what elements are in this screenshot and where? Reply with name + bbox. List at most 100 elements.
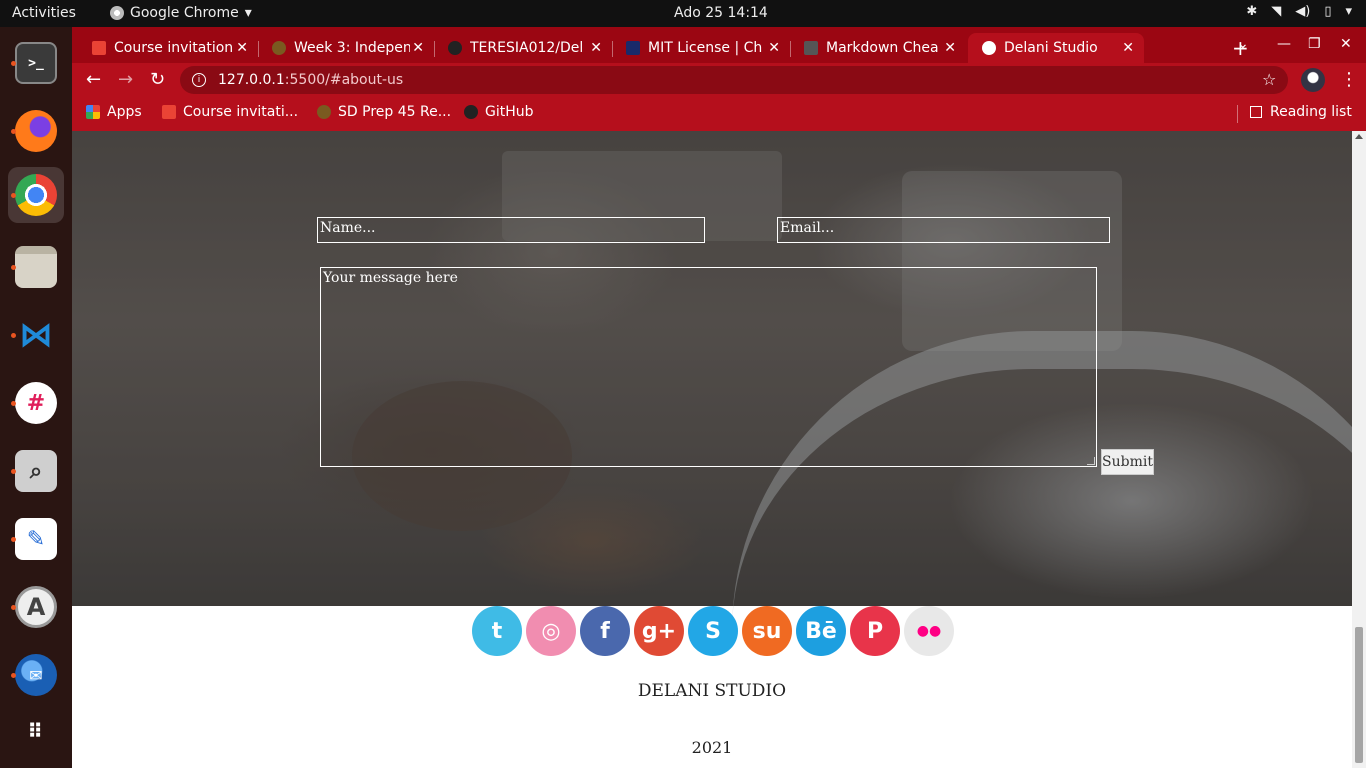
- chrome-small-icon: [110, 6, 124, 20]
- chrome-icon: [15, 174, 57, 216]
- bookmark-sd-prep[interactable]: SD Prep 45 Re...: [317, 104, 451, 120]
- skype-icon[interactable]: S: [688, 606, 738, 656]
- footer-studio-name: DELANI STUDIO: [637, 681, 787, 701]
- firefox-icon: [15, 110, 57, 152]
- window-close-button[interactable]: ✕: [1340, 36, 1352, 52]
- tab-delani-studio[interactable]: Delani Studio ✕: [968, 33, 1144, 63]
- dock-software[interactable]: A: [8, 579, 64, 635]
- reload-button[interactable]: ↻: [150, 69, 165, 90]
- google-plus-icon[interactable]: g+: [634, 606, 684, 656]
- dock-text-editor[interactable]: ✎: [8, 511, 64, 567]
- wifi-icon[interactable]: ◥: [1271, 4, 1281, 19]
- files-icon: [15, 246, 57, 288]
- bookmark-course-invitation[interactable]: Course invitati...: [162, 104, 298, 120]
- text-editor-icon: ✎: [15, 518, 57, 560]
- close-icon[interactable]: ✕: [944, 40, 956, 56]
- globe-icon: [982, 41, 996, 55]
- browser-toolbar: ← → ↻ i 127.0.0.1:5500/#about-us ☆ ⋮: [72, 63, 1366, 97]
- license-icon: [626, 41, 640, 55]
- dock-chrome[interactable]: [8, 167, 64, 223]
- gmail-icon: [162, 105, 176, 119]
- dock-screenshot[interactable]: ⌕: [8, 443, 64, 499]
- close-icon[interactable]: ✕: [236, 40, 248, 56]
- submit-button[interactable]: Submit: [1101, 449, 1154, 475]
- clock[interactable]: Ado 25 14:14: [674, 5, 768, 21]
- forward-button[interactable]: →: [118, 69, 133, 90]
- bookmark-star-icon[interactable]: ☆: [1262, 70, 1276, 89]
- url-path: :5500/#about-us: [284, 72, 404, 88]
- markdown-icon: [804, 41, 818, 55]
- tab-github-repo[interactable]: TERESIA012/Del ✕: [434, 33, 613, 63]
- gmail-icon: [92, 41, 106, 55]
- leaf-icon: [317, 105, 331, 119]
- web-page: Name... Email... Your message here Submi…: [72, 131, 1352, 768]
- activities-button[interactable]: Activities: [12, 5, 76, 21]
- dock-firefox[interactable]: [8, 103, 64, 159]
- system-top-bar: Activities Google Chrome ▾ Ado 25 14:14 …: [0, 0, 1366, 27]
- bookmark-github[interactable]: GitHub: [464, 104, 534, 120]
- page-scrollbar[interactable]: [1352, 131, 1366, 768]
- dock-terminal[interactable]: >_: [8, 35, 64, 91]
- tab-search-icon[interactable]: ⌄: [1237, 36, 1249, 52]
- reading-list-button[interactable]: Reading list: [1250, 104, 1352, 120]
- leaf-icon: [272, 41, 286, 55]
- tab-mit-license[interactable]: MIT License | Ch ✕: [612, 33, 791, 63]
- site-info-icon[interactable]: i: [192, 73, 206, 87]
- system-tray[interactable]: ✱ ◥ ◀) ▯ ▾: [1246, 4, 1352, 19]
- resize-handle[interactable]: [1087, 457, 1095, 465]
- dock-thunderbird[interactable]: ✉: [8, 647, 64, 703]
- close-icon[interactable]: ✕: [1122, 40, 1134, 56]
- dock-files[interactable]: [8, 239, 64, 295]
- bookmark-apps[interactable]: Apps: [86, 104, 142, 120]
- tab-markdown-cheatsheet[interactable]: Markdown Chea ✕: [790, 33, 966, 63]
- contact-section-background: Name... Email... Your message here Submi…: [72, 131, 1352, 606]
- power-menu-icon[interactable]: ▾: [1345, 4, 1352, 19]
- tab-strip: Course invitation ✕ Week 3: Indepen ✕ TE…: [72, 27, 1366, 63]
- apps-grid-icon: ⠿: [27, 719, 45, 743]
- dribbble-icon[interactable]: ◎: [526, 606, 576, 656]
- dock-show-apps[interactable]: ⠿: [8, 703, 64, 759]
- message-textarea[interactable]: Your message here: [320, 267, 1097, 467]
- tab-course-invitation[interactable]: Course invitation ✕: [78, 33, 259, 63]
- email-input[interactable]: Email...: [777, 217, 1110, 243]
- battery-icon[interactable]: ▯: [1324, 4, 1331, 19]
- restore-button[interactable]: ❐: [1308, 36, 1321, 52]
- slack-icon: #: [15, 382, 57, 424]
- app-menu-label: Google Chrome: [130, 5, 239, 21]
- bookmarks-bar: Apps Course invitati... SD Prep 45 Re...…: [72, 97, 1366, 131]
- dock: >_ ⋈ # ⌕ ✎ A ✉ ⠿: [0, 27, 72, 768]
- chrome-menu-icon[interactable]: ⋮: [1340, 69, 1358, 90]
- profile-avatar[interactable]: [1301, 68, 1325, 92]
- dock-vscode[interactable]: ⋈: [8, 307, 64, 363]
- apps-grid-icon: [86, 105, 100, 119]
- app-menu[interactable]: Google Chrome ▾: [110, 5, 252, 21]
- behance-icon[interactable]: Bē: [796, 606, 846, 656]
- scrollbar-thumb[interactable]: [1355, 627, 1363, 763]
- stumbleupon-icon[interactable]: su: [742, 606, 792, 656]
- flickr-icon[interactable]: ●●: [904, 606, 954, 656]
- tab-week-3[interactable]: Week 3: Indepen ✕: [258, 33, 435, 63]
- footer-year: 2021: [691, 738, 733, 757]
- volume-icon[interactable]: ◀): [1295, 4, 1310, 19]
- slack-tray-icon[interactable]: ✱: [1246, 4, 1257, 19]
- address-bar[interactable]: i 127.0.0.1:5500/#about-us: [180, 66, 1288, 94]
- back-button[interactable]: ←: [86, 69, 101, 90]
- close-icon[interactable]: ✕: [590, 40, 602, 56]
- reading-list-icon: [1250, 106, 1262, 118]
- scroll-up-icon[interactable]: [1355, 134, 1363, 139]
- social-links: t ◎ f g+ Ssu Bē P ●●: [472, 606, 954, 656]
- terminal-icon: >_: [15, 42, 57, 84]
- twitter-icon[interactable]: t: [472, 606, 522, 656]
- facebook-icon[interactable]: f: [580, 606, 630, 656]
- close-icon[interactable]: ✕: [768, 40, 780, 56]
- software-icon: A: [15, 586, 57, 628]
- thunderbird-icon: ✉: [15, 654, 57, 696]
- github-icon: [464, 105, 478, 119]
- pinterest-icon[interactable]: P: [850, 606, 900, 656]
- chevron-down-icon: ▾: [244, 5, 252, 21]
- name-input[interactable]: Name...: [317, 217, 705, 243]
- minimize-button[interactable]: —: [1277, 36, 1291, 52]
- github-icon: [448, 41, 462, 55]
- dock-slack[interactable]: #: [8, 375, 64, 431]
- close-icon[interactable]: ✕: [412, 40, 424, 56]
